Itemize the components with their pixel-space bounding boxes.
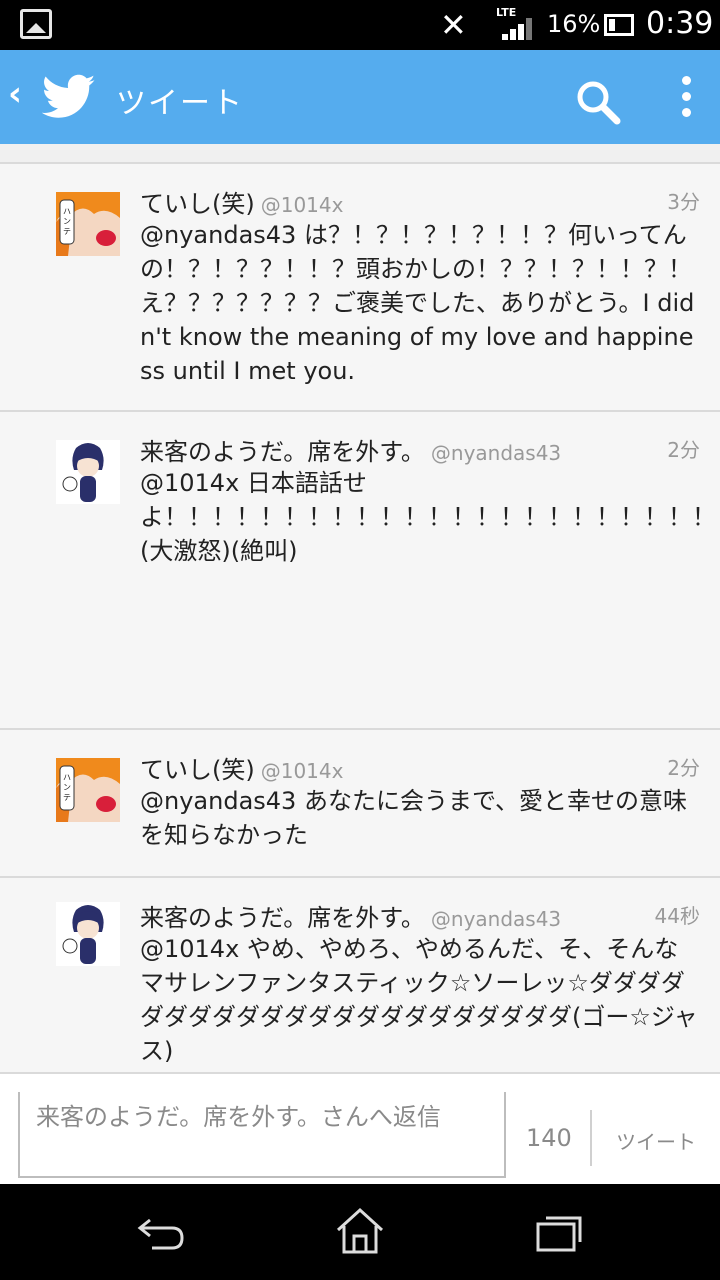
tweet-author-handle: @nyandas43: [430, 907, 562, 931]
app-bar: ‹ ツイート: [0, 50, 720, 144]
back-icon[interactable]: ‹: [8, 74, 22, 114]
tweet-author-name: ていし(笑): [140, 190, 255, 218]
back-icon[interactable]: [132, 1206, 188, 1256]
avatar[interactable]: [56, 902, 120, 966]
tweet-timestamp: 44秒: [654, 904, 700, 928]
tweet-timestamp: 2分: [667, 438, 700, 462]
tweet-item[interactable]: 来客のようだ。席を外す。 @nyandas43 2分 @1014x 日本語話せよ！…: [0, 410, 720, 728]
page-title: ツイート: [116, 86, 244, 121]
system-nav-bar: [0, 1184, 720, 1280]
tweet-text: @nyandas43 は？！？！？！？！！？何いってんの！？！？？！！？頭おかし…: [140, 221, 695, 385]
tweet-item[interactable]: ハ ン テ ていし(笑) @1014x 3分 @nyandas43 は？！？！？！…: [0, 162, 720, 410]
overflow-menu-icon[interactable]: [676, 76, 696, 122]
status-bar: ✕ LTE 16% 0:39: [0, 0, 720, 50]
clock: 0:39: [646, 6, 714, 41]
reply-placeholder: 来客のようだ。席を外す。さんへ返信: [36, 1103, 441, 1131]
tweet-author-handle: @1014x: [260, 193, 344, 217]
battery-percent: 16%: [547, 10, 601, 38]
tweet-item[interactable]: ハ ン テ ていし(笑) @1014x 2分 @nyandas43 あなたに会うま…: [0, 728, 720, 876]
tweet-author-name: 来客のようだ。席を外す。: [140, 438, 425, 466]
svg-text:ン: ン: [63, 217, 71, 226]
recent-apps-icon[interactable]: [532, 1206, 588, 1256]
twitter-bird-icon: [42, 74, 96, 118]
home-icon[interactable]: [332, 1206, 388, 1256]
tweet-timestamp: 2分: [667, 756, 700, 780]
svg-text:ハ: ハ: [63, 207, 71, 216]
data-disabled-icon: ✕: [440, 6, 467, 44]
tweet-list[interactable]: ハ ン テ ていし(笑) @1014x 3分 @nyandas43 は？！？！？！…: [0, 144, 720, 1072]
search-icon[interactable]: [574, 78, 622, 126]
tweet-author-name: 来客のようだ。席を外す。: [140, 904, 425, 932]
divider: [590, 1110, 592, 1166]
image-notification-icon: [20, 9, 52, 39]
tweet-timestamp: 3分: [667, 190, 700, 214]
tweet-author-name: ていし(笑): [140, 756, 255, 784]
svg-text:テ: テ: [63, 793, 71, 802]
tweet-author-handle: @1014x: [260, 759, 344, 783]
tweet-author-handle: @nyandas43: [430, 441, 562, 465]
reply-input[interactable]: 来客のようだ。席を外す。さんへ返信: [18, 1092, 506, 1178]
svg-text:テ: テ: [63, 227, 71, 236]
tweet-item[interactable]: 来客のようだ。席を外す。 @nyandas43 44秒 @1014x やめ、やめろ…: [0, 876, 720, 1072]
tweet-button[interactable]: ツイート: [604, 1126, 708, 1155]
tweet-text: @nyandas43 あなたに会うまで、愛と幸せの意味を知らなかった: [140, 787, 687, 849]
tweet-text: @1014x やめ、やめろ、やめるんだ、そ、そんなマサレンファンタスティック☆ソ…: [140, 935, 698, 1065]
avatar[interactable]: ハ ン テ: [56, 192, 120, 256]
avatar[interactable]: [56, 440, 120, 504]
svg-text:ハ: ハ: [63, 773, 71, 782]
reply-bar: 来客のようだ。席を外す。さんへ返信 140 ツイート: [0, 1072, 720, 1184]
tweet-text: @1014x 日本語話せよ！！！！！！！！！！！！！！！！！！！！！！！！！！！…: [140, 469, 720, 565]
battery-icon: [604, 14, 634, 36]
signal-icon: [502, 18, 536, 40]
character-counter: 140: [526, 1124, 572, 1152]
svg-text:ン: ン: [63, 783, 71, 792]
avatar[interactable]: ハ ン テ: [56, 758, 120, 822]
